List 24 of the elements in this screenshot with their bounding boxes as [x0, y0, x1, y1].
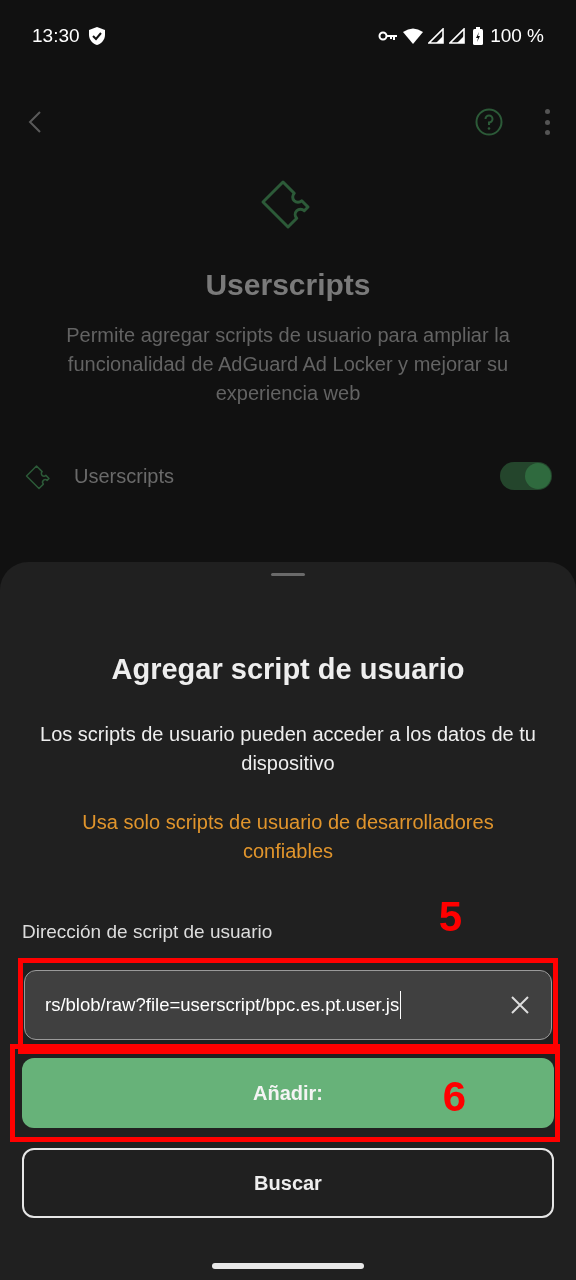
annotation-number: 5 [438, 896, 462, 938]
search-button[interactable]: Buscar [22, 1148, 554, 1218]
page-description: Permite agregar scripts de usuario para ampliar la funcionalidad de AdGuard Ad Locker y mejorar su experiencia web [65, 323, 511, 406]
key-icon [378, 30, 399, 42]
annotation-number: 6 [442, 1076, 466, 1118]
toggle-switch[interactable] [500, 462, 552, 490]
field-label: Dirección de script de usuario [22, 919, 274, 944]
signal-icon [428, 28, 445, 44]
clear-button[interactable] [509, 994, 531, 1016]
drag-handle[interactable] [271, 573, 305, 576]
signal-icon [449, 28, 466, 44]
shield-icon [87, 26, 106, 46]
page-title: Userscripts [205, 267, 371, 303]
help-button[interactable] [475, 108, 503, 136]
battery-percent: 100 % [490, 23, 544, 48]
sheet-text: Los scripts de usuario pueden acceder a los datos de tu dispositivo [39, 721, 537, 776]
toggle-label: Userscripts [74, 464, 175, 489]
warning-text: Usa solo scripts de usuario de desarrolladores confiables [81, 809, 495, 864]
battery-icon [473, 27, 484, 45]
more-button[interactable] [543, 109, 551, 135]
url-field[interactable]: rs/blob/raw?file=userscript/bpc.es.pt.user.js [24, 970, 552, 1040]
status-time: 13:30 [32, 23, 80, 48]
wifi-icon [403, 28, 424, 44]
sheet-title: Agregar script de usuario [111, 652, 465, 687]
